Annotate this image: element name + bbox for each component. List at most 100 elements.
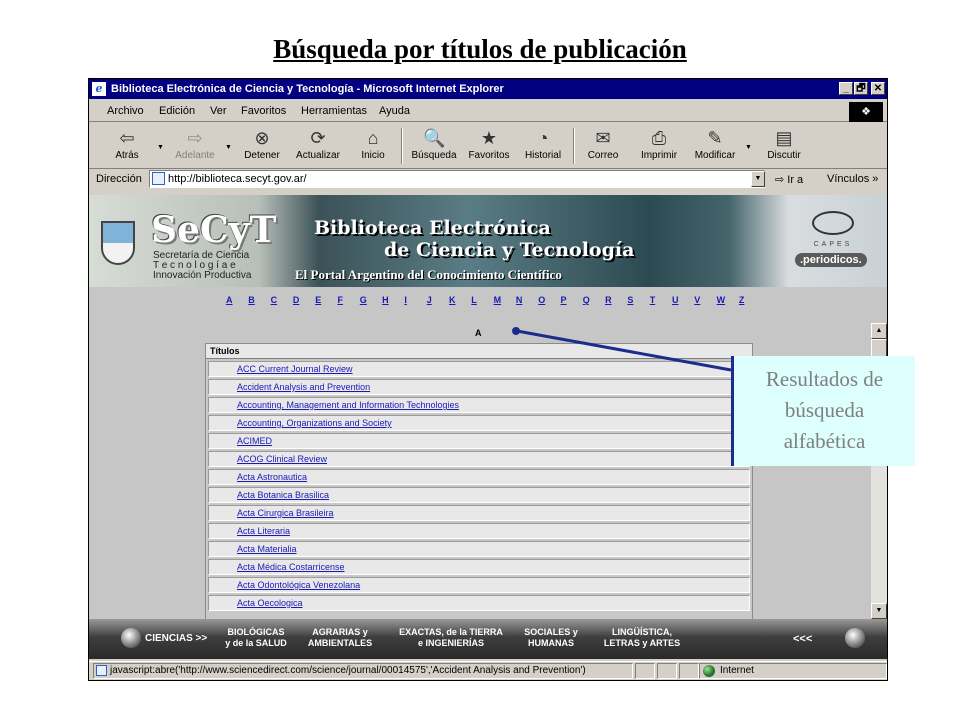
letter-link-b[interactable]: B xyxy=(248,295,255,305)
letter-link-z[interactable]: Z xyxy=(739,295,745,305)
address-dropdown-icon[interactable]: ▼ xyxy=(751,171,765,187)
letter-link-d[interactable]: D xyxy=(293,295,300,305)
capes-logo[interactable]: CAPES xyxy=(803,211,863,248)
periodicos-logo[interactable]: .periodicos. xyxy=(795,253,867,267)
ie-logo-icon: e xyxy=(92,82,106,96)
argentina-coat-of-arms-icon xyxy=(101,221,135,265)
scroll-down-button[interactable]: ▼ xyxy=(871,603,887,619)
letter-link-o[interactable]: O xyxy=(538,295,545,305)
journal-title-link[interactable]: ACIMED xyxy=(237,436,272,446)
page-icon xyxy=(152,172,165,185)
letter-link-q[interactable]: Q xyxy=(583,295,590,305)
journal-title-link[interactable]: Acta Médica Costarricense xyxy=(237,562,345,572)
menu-edicion[interactable]: Edición xyxy=(159,105,195,117)
status-text: javascript:abre('http://www.sciencedirec… xyxy=(93,663,633,679)
category-agrarias[interactable]: AGRARIAS y AMBIENTALES xyxy=(305,627,375,651)
menu-herramientas[interactable]: Herramientas xyxy=(301,105,367,117)
letter-link-l[interactable]: L xyxy=(471,295,477,305)
address-input[interactable]: http://biblioteca.secyt.gov.ar/ xyxy=(149,170,765,188)
letter-link-k[interactable]: K xyxy=(449,295,456,305)
journal-title-link[interactable]: Acta Oecologica xyxy=(237,598,303,608)
toolbar-separator xyxy=(573,128,575,164)
letter-link-v[interactable]: V xyxy=(694,295,700,305)
letter-link-e[interactable]: E xyxy=(315,295,321,305)
close-button[interactable]: ✕ xyxy=(871,82,885,95)
journal-title-link[interactable]: Acta Materialia xyxy=(237,544,297,554)
menu-ayuda[interactable]: Ayuda xyxy=(379,105,410,117)
journal-title-link[interactable]: Acta Odontológica Venezolana xyxy=(237,580,360,590)
minimize-button[interactable]: _ xyxy=(839,82,853,95)
journal-title-link[interactable]: Acta Literaria xyxy=(237,526,290,536)
back-dropdown-icon[interactable]: ▼ xyxy=(157,144,164,151)
home-label: Inicio xyxy=(361,150,385,161)
ciencias-label[interactable]: CIENCIAS >> xyxy=(145,633,207,644)
forward-dropdown-icon[interactable]: ▼ xyxy=(225,144,232,151)
journal-title-link[interactable]: Acta Botanica Brasilica xyxy=(237,490,329,500)
journal-title-link[interactable]: ACOG Clinical Review xyxy=(237,454,327,464)
print-button[interactable]: ⎙ Imprimir xyxy=(637,126,681,166)
banner-portal-text: El Portal Argentino del Conocimiento Cie… xyxy=(295,267,562,282)
table-row: Accident Analysis and Prevention xyxy=(208,379,750,395)
forward-button[interactable]: ⇨ Adelante xyxy=(169,126,221,166)
letter-link-u[interactable]: U xyxy=(672,295,679,305)
letter-link-f[interactable]: F xyxy=(338,295,344,305)
home-button[interactable]: ⌂ Inicio xyxy=(355,126,391,166)
stop-button[interactable]: ⊗ Detener xyxy=(239,126,285,166)
refresh-button[interactable]: ⟳ Actualizar xyxy=(291,126,345,166)
windows-logo-icon: ❖ xyxy=(849,102,883,122)
favorites-icon: ★ xyxy=(480,128,498,148)
discuss-label: Discutir xyxy=(767,150,801,161)
favorites-button[interactable]: ★ Favoritos xyxy=(465,126,513,166)
mail-button[interactable]: ✉ Correo xyxy=(583,126,623,166)
scroll-up-button[interactable]: ▲ xyxy=(871,323,887,339)
banner-title-line-2: de Ciencia y Tecnología xyxy=(384,239,635,261)
letter-link-j[interactable]: J xyxy=(427,295,432,305)
letter-link-h[interactable]: H xyxy=(382,295,389,305)
selected-letter: A xyxy=(475,328,482,338)
journal-title-link[interactable]: Acta Astronautica xyxy=(237,472,307,482)
window-titlebar[interactable]: e Biblioteca Electrónica de Ciencia y Te… xyxy=(89,79,887,99)
edit-dropdown-icon[interactable]: ▼ xyxy=(745,144,752,151)
secyt-logo[interactable]: SeCyT xyxy=(151,209,276,251)
page-icon xyxy=(96,665,107,676)
category-nav: CIENCIAS >> BIOLÓGICAS y de la SALUD AGR… xyxy=(89,619,887,659)
slide-title: Búsqueda por títulos de publicación xyxy=(273,34,687,64)
home-icon: ⌂ xyxy=(367,128,379,148)
security-zone: Internet xyxy=(699,663,887,679)
back-button[interactable]: ⇦ Atrás xyxy=(107,126,147,166)
journal-title-link[interactable]: Acta Cirurgica Brasileira xyxy=(237,508,334,518)
journal-title-link[interactable]: ACC Current Journal Review xyxy=(237,364,353,374)
links-button[interactable]: Vínculos » xyxy=(827,173,878,185)
menu-favoritos[interactable]: Favoritos xyxy=(241,105,286,117)
letter-link-s[interactable]: S xyxy=(627,295,633,305)
journal-title-link[interactable]: Accounting, Organizations and Society xyxy=(237,418,392,428)
edit-button[interactable]: ✎ Modificar xyxy=(691,126,739,166)
journal-title-link[interactable]: Accounting, Management and Information T… xyxy=(237,400,459,410)
category-exactas[interactable]: EXACTAS, de la TIERRA e INGENIERÍAS xyxy=(393,627,509,651)
go-button[interactable]: ⇨ Ir a xyxy=(775,173,803,186)
menu-ver[interactable]: Ver xyxy=(210,105,227,117)
letter-link-g[interactable]: G xyxy=(360,295,367,305)
category-sociales[interactable]: SOCIALES y HUMANAS xyxy=(519,627,583,651)
go-label: Ir a xyxy=(787,174,804,186)
letter-link-w[interactable]: W xyxy=(717,295,726,305)
back-nav-button[interactable]: <<< xyxy=(793,633,812,645)
discuss-button[interactable]: ▤ Discutir xyxy=(763,126,805,166)
search-button[interactable]: 🔍 Búsqueda xyxy=(407,126,461,166)
letter-link-a[interactable]: A xyxy=(226,295,233,305)
history-button[interactable]: ◔ Historial xyxy=(521,126,565,166)
results-table: Títulos ACC Current Journal Review Accide… xyxy=(205,343,753,619)
letter-link-n[interactable]: N xyxy=(516,295,523,305)
letter-link-m[interactable]: M xyxy=(494,295,502,305)
journal-title-link[interactable]: Accident Analysis and Prevention xyxy=(237,382,370,392)
letter-link-t[interactable]: T xyxy=(650,295,656,305)
menu-archivo[interactable]: Archivo xyxy=(107,105,144,117)
letter-link-i[interactable]: I xyxy=(404,295,407,305)
category-linguistica[interactable]: LINGÜÍSTICA, LETRAS y ARTES xyxy=(595,627,689,651)
status-cell xyxy=(679,663,699,679)
letter-link-c[interactable]: C xyxy=(271,295,278,305)
maximize-button[interactable]: 🗗 xyxy=(854,82,868,95)
letter-link-p[interactable]: P xyxy=(561,295,567,305)
letter-link-r[interactable]: R xyxy=(605,295,612,305)
category-biologicas[interactable]: BIOLÓGICAS y de la SALUD xyxy=(225,627,287,651)
